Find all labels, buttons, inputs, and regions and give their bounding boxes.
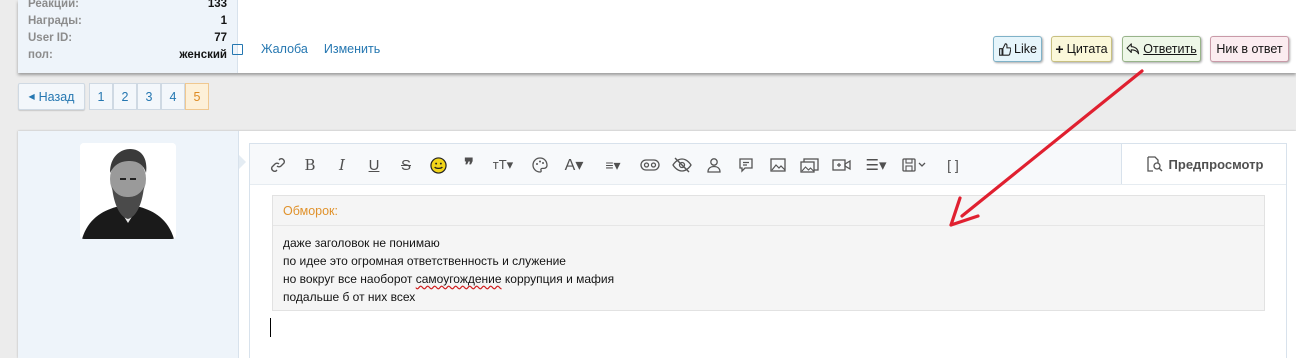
text-cursor xyxy=(270,318,271,337)
user-stat-awards: Награды: 1 xyxy=(28,15,227,27)
like-button[interactable]: Like xyxy=(993,36,1042,62)
chevron-left-icon: ◀ xyxy=(28,92,35,101)
inline-spoiler-icon[interactable] xyxy=(736,154,756,176)
pagination-prev[interactable]: ◀ Назад xyxy=(18,83,85,110)
drafts-icon[interactable] xyxy=(900,154,930,176)
smilie-icon[interactable] xyxy=(428,154,448,176)
italic-icon[interactable]: I xyxy=(332,154,352,176)
edit-link[interactable]: Изменить xyxy=(324,42,380,56)
misspelled-word[interactable]: самоугождение xyxy=(416,272,502,286)
quote-button[interactable]: + Цитата xyxy=(1051,36,1112,62)
nick-reply-label: Ник в ответ xyxy=(1216,42,1283,56)
user-stat-gender: пол: женский xyxy=(28,49,227,61)
post-footer: Жалоба Изменить xyxy=(232,40,380,58)
avatar[interactable] xyxy=(80,143,176,239)
thumbs-up-icon xyxy=(999,42,1012,56)
reply-icon xyxy=(1126,43,1140,55)
spoiler-icon[interactable] xyxy=(638,154,662,176)
pagination-page-4[interactable]: 4 xyxy=(161,83,185,110)
quote-author[interactable]: Обморок: xyxy=(273,196,1264,226)
user-stat-reactions: Реакции: 133 xyxy=(28,0,227,10)
pagination-page-5-current[interactable]: 5 xyxy=(185,83,209,110)
font-size-icon[interactable]: тТ▾ xyxy=(488,154,518,176)
quoted-message: Обморок: даже заголовок не понимаю по ид… xyxy=(272,195,1265,311)
font-family-icon[interactable]: A▾ xyxy=(560,154,588,176)
underline-icon[interactable]: U xyxy=(364,154,384,176)
quote-icon[interactable]: ❞ xyxy=(458,154,480,176)
color-icon[interactable] xyxy=(530,154,550,176)
strike-icon[interactable]: S xyxy=(396,154,416,176)
preview-label: Предпросмотр xyxy=(1168,156,1264,172)
select-post-checkbox[interactable] xyxy=(232,43,243,55)
quote-line: подальше б от них всех xyxy=(283,290,416,304)
list-icon[interactable]: ☰▾ xyxy=(860,154,892,176)
preview-icon xyxy=(1146,156,1163,172)
quote-line: но вокруг все наоборот самоугождение кор… xyxy=(283,272,615,286)
quote-content: даже заголовок не понимаю по идее это ог… xyxy=(273,226,1264,306)
editor-toolbar: B I U S ❞ тТ▾ A▾ ≡▾ ☰▾ [] Предпросмотр xyxy=(250,144,1286,185)
nick-reply-button[interactable]: Ник в ответ xyxy=(1210,36,1289,62)
like-label: Like xyxy=(1014,42,1037,56)
pagination-page-3[interactable]: 3 xyxy=(137,83,161,110)
align-icon[interactable]: ≡▾ xyxy=(598,154,628,176)
user-stat-id: User ID: 77 xyxy=(28,32,227,44)
reply-label: Ответить xyxy=(1143,42,1197,56)
reply-button[interactable]: Ответить xyxy=(1122,36,1201,62)
preview-button[interactable]: Предпросмотр xyxy=(1121,144,1286,184)
report-link[interactable]: Жалоба xyxy=(261,42,308,56)
bold-icon[interactable]: B xyxy=(300,154,320,176)
reply-user-panel xyxy=(18,131,246,358)
user-icon[interactable] xyxy=(704,154,724,176)
link-icon[interactable] xyxy=(268,154,288,176)
pagination-page-2[interactable]: 2 xyxy=(113,83,137,110)
reply-pointer-icon xyxy=(239,155,246,169)
hide-icon[interactable] xyxy=(670,154,694,176)
pagination-page-1[interactable]: 1 xyxy=(89,83,113,110)
avatar-portrait-image xyxy=(80,143,176,239)
media-icon[interactable] xyxy=(798,154,820,176)
quote-line: по идее это огромная ответственность и с… xyxy=(283,254,566,268)
image-icon[interactable] xyxy=(768,154,788,176)
quote-line: даже заголовок не понимаю xyxy=(283,236,440,250)
video-icon[interactable] xyxy=(830,154,852,176)
plus-icon: + xyxy=(1055,41,1064,57)
pagination-prev-label: Назад xyxy=(38,89,75,104)
user-extras: Реакции: 133 Награды: 1 User ID: 77 пол: жен… xyxy=(18,0,238,73)
bbcode-icon[interactable]: [ ] xyxy=(942,154,964,176)
quote-label: Цитата xyxy=(1066,42,1108,56)
